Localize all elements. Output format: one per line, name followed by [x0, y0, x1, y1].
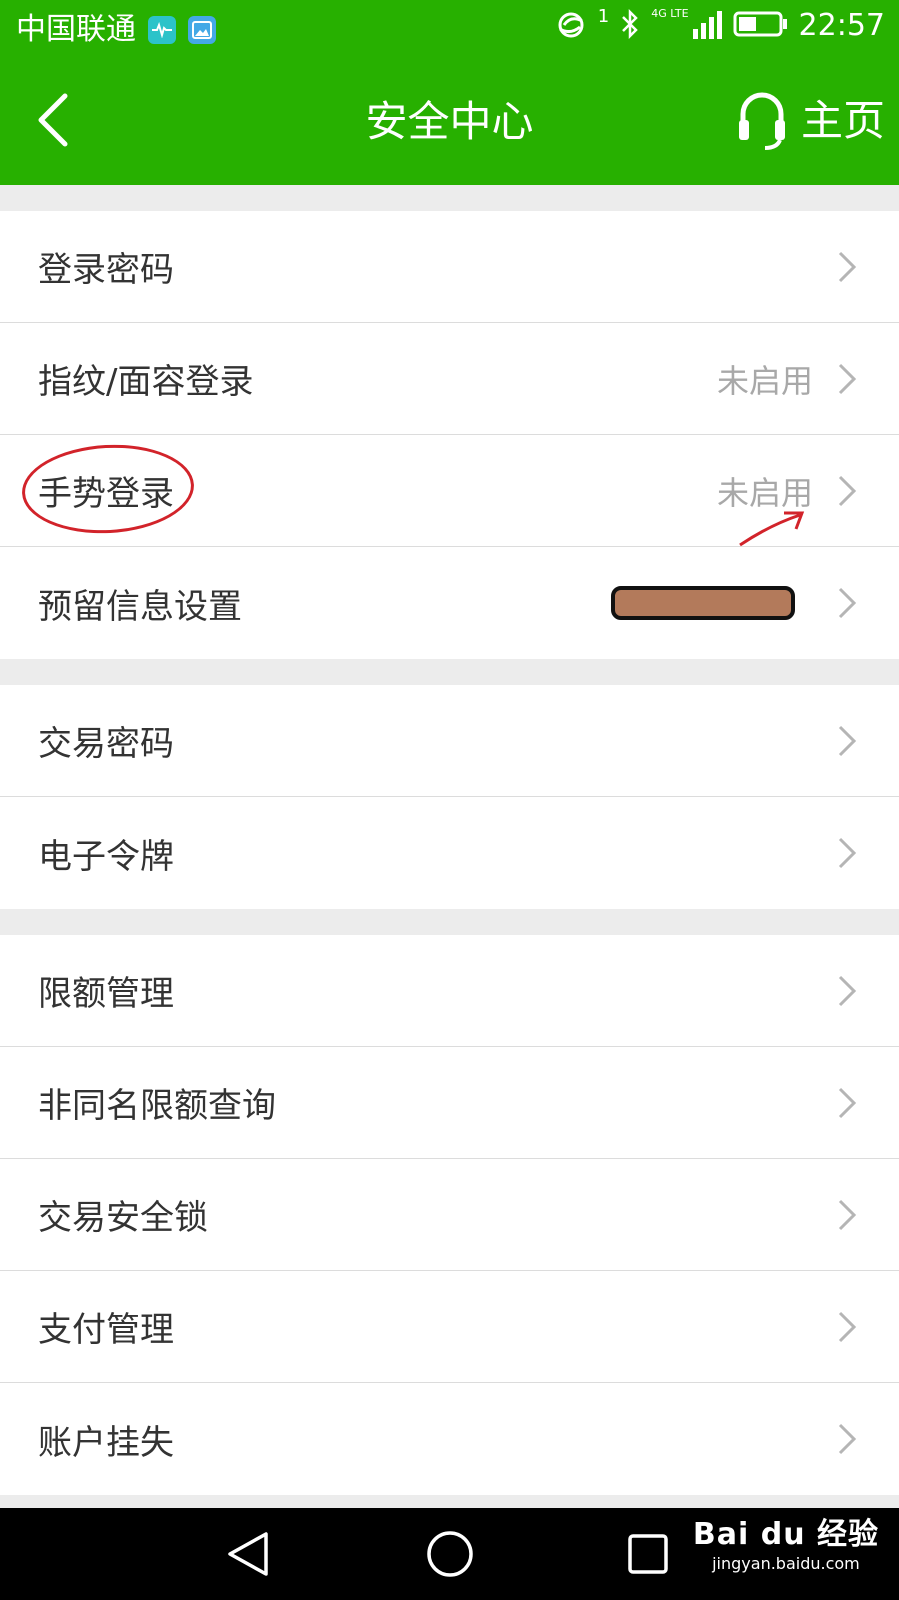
- settings-group-login: 登录密码 指纹/面容登录 未启用 手势登录 未启用 预留信息设置: [0, 211, 899, 659]
- sim-slot-number: 1: [597, 5, 610, 27]
- row-login-password[interactable]: 登录密码: [0, 211, 899, 323]
- row-label: 登录密码: [38, 250, 174, 290]
- chevron-right-icon: [838, 1199, 857, 1230]
- row-label: 交易密码: [38, 724, 174, 764]
- row-payment-management[interactable]: 支付管理: [0, 1271, 899, 1383]
- watermark: Bai du 经验 jingyan.baidu.com: [693, 1516, 879, 1574]
- battery-icon: [733, 10, 789, 42]
- dual-sim-icon: [556, 9, 594, 43]
- row-account-loss-report[interactable]: 账户挂失: [0, 1383, 899, 1495]
- row-biometric-login[interactable]: 指纹/面容登录 未启用: [0, 323, 899, 435]
- nav-back-button[interactable]: [222, 1528, 274, 1580]
- row-label: 电子令牌: [38, 836, 174, 877]
- home-label: 主页: [800, 96, 885, 145]
- nav-home-button[interactable]: [424, 1528, 476, 1580]
- watermark-url: jingyan.baidu.com: [712, 1554, 860, 1573]
- row-reserved-info[interactable]: 预留信息设置: [0, 547, 899, 659]
- row-transaction-lock[interactable]: 交易安全锁: [0, 1159, 899, 1271]
- row-label: 账户挂失: [38, 1422, 174, 1463]
- row-nonsame-name-limit[interactable]: 非同名限额查询: [0, 1047, 899, 1159]
- row-status: 未启用: [716, 473, 813, 512]
- row-label: 预留信息设置: [38, 586, 242, 627]
- status-left: 中国联通: [16, 12, 216, 48]
- signal-icon: [691, 9, 723, 43]
- row-label: 限额管理: [38, 974, 174, 1014]
- health-app-icon: [148, 16, 176, 44]
- headset-icon: [738, 92, 785, 150]
- nav-recents-button[interactable]: [622, 1528, 674, 1580]
- system-nav-bar: Bai du 经验 jingyan.baidu.com: [0, 1508, 899, 1600]
- status-bar: 中国联通 1 4G LTE 22:57: [0, 0, 899, 60]
- settings-group-limits: 限额管理 非同名限额查询 交易安全锁 支付管理 账户挂失: [0, 935, 899, 1495]
- chevron-right-icon: [838, 1087, 857, 1118]
- row-gesture-login[interactable]: 手势登录 未启用: [0, 435, 899, 547]
- app-bar: 安全中心 主页: [0, 60, 899, 185]
- row-limit-management[interactable]: 限额管理: [0, 935, 899, 1047]
- row-transaction-password[interactable]: 交易密码: [0, 685, 899, 797]
- chevron-right-icon: [838, 837, 857, 869]
- chevron-right-icon: [838, 1311, 857, 1342]
- redaction-mark: [611, 586, 795, 620]
- watermark-brand: Bai du 经验: [692, 1517, 879, 1552]
- network-type: 4G LTE: [651, 7, 689, 20]
- chevron-right-icon: [838, 975, 857, 1006]
- chevron-right-icon: [838, 475, 857, 506]
- nav-recents-icon: [628, 1534, 668, 1574]
- settings-group-transaction: 交易密码 电子令牌: [0, 685, 899, 909]
- chevron-right-icon: [838, 251, 857, 282]
- row-label: 手势登录: [38, 474, 174, 514]
- chevron-right-icon: [838, 363, 857, 394]
- chevron-right-icon: [838, 1423, 857, 1455]
- chevron-right-icon: [838, 587, 857, 619]
- nav-back-icon: [228, 1532, 268, 1576]
- row-e-token[interactable]: 电子令牌: [0, 797, 899, 909]
- row-label: 支付管理: [38, 1310, 174, 1350]
- carrier-name: 中国联通: [16, 12, 136, 47]
- status-right: 1 4G LTE 22:57: [556, 5, 885, 44]
- clock: 22:57: [798, 8, 885, 43]
- nav-home-icon: [427, 1531, 473, 1577]
- row-label: 指纹/面容登录: [38, 362, 254, 402]
- chevron-right-icon: [838, 725, 857, 756]
- row-status: 未启用: [716, 361, 813, 400]
- gallery-app-icon: [188, 16, 216, 44]
- bluetooth-icon: [619, 8, 641, 44]
- home-button[interactable]: 主页: [737, 88, 885, 154]
- row-label: 交易安全锁: [38, 1198, 208, 1238]
- row-label: 非同名限额查询: [38, 1086, 276, 1126]
